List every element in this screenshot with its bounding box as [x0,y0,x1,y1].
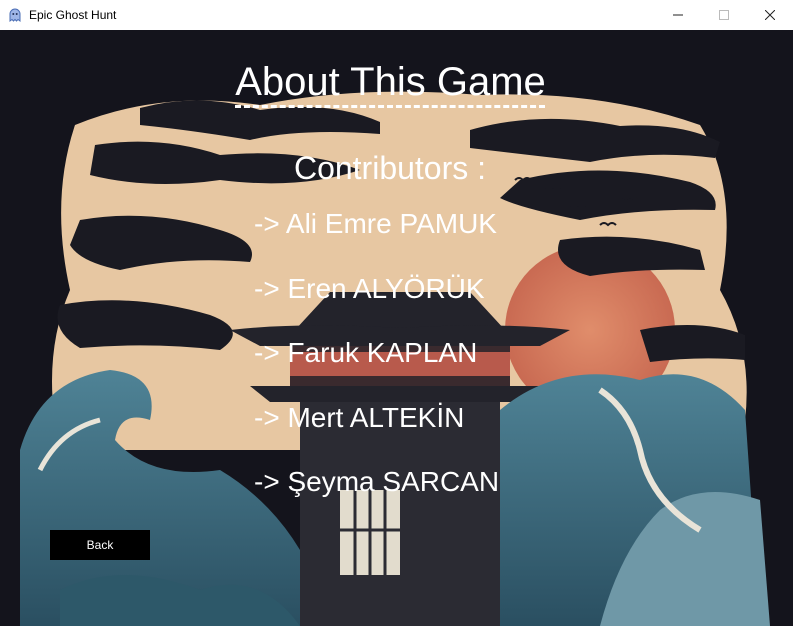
contributor-item: -> Şeyma SARCAN [254,466,500,497]
contributor-item: -> Ali Emre PAMUK [254,208,497,239]
close-button[interactable] [747,0,793,30]
about-title-text: About This Game [235,60,546,104]
title-bar[interactable]: Epic Ghost Hunt [0,0,793,30]
contributor-item: -> Mert ALTEKİN [254,401,465,433]
app-window: Epic Ghost Hunt About This Game Contribu… [0,0,793,626]
window-controls [655,0,793,30]
contributor-item: -> Faruk KAPLAN [254,337,478,368]
about-title: About This Game [0,60,781,105]
contributors-list: -> Ali Emre PAMUK -> Eren ALYÖRÜK -> Far… [254,206,499,529]
contributor-item: -> Eren ALYÖRÜK [254,272,485,304]
ghost-app-icon [9,8,21,22]
maximize-button[interactable] [701,0,747,30]
minimize-icon [673,14,683,16]
back-button[interactable]: Back [50,530,150,560]
contributors-heading: Contributors : [293,150,487,186]
window-title: Epic Ghost Hunt [29,8,117,22]
about-screen: About This Game Contributors : -> Ali Em… [0,30,793,626]
close-icon [765,10,775,20]
maximize-icon [719,10,729,20]
minimize-button[interactable] [655,0,701,30]
